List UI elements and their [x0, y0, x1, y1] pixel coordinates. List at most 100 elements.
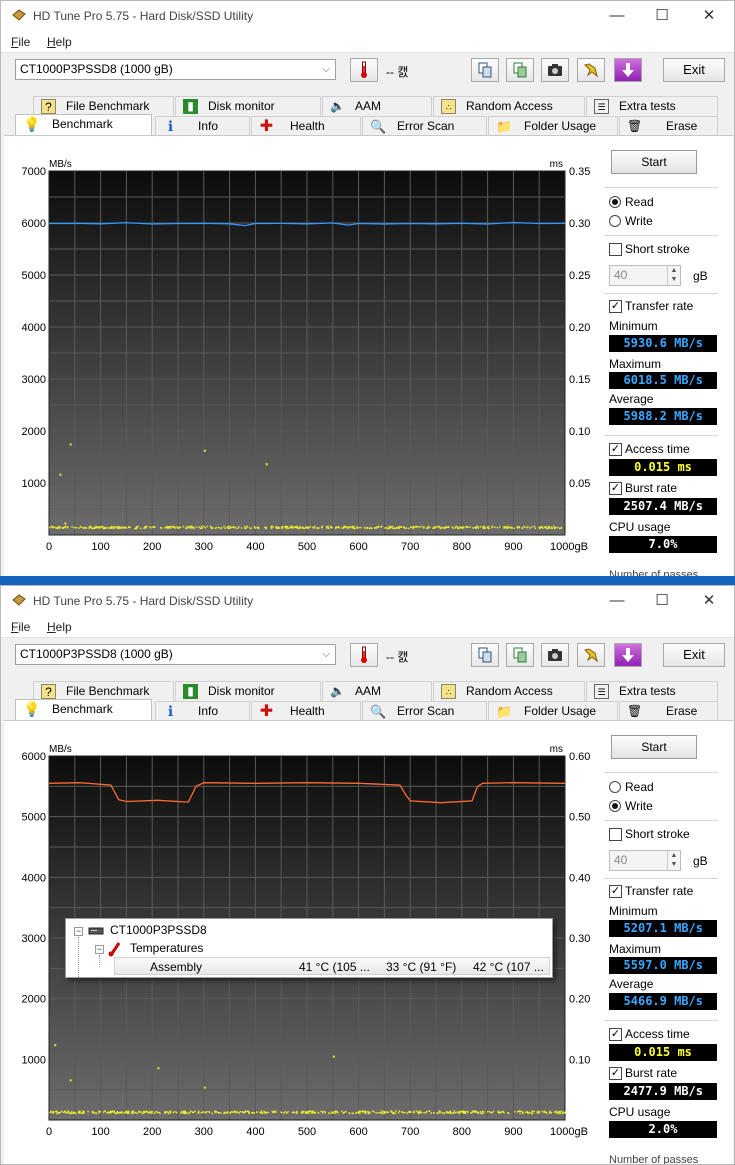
exit-button[interactable]: Exit — [663, 643, 725, 667]
access-time-point — [342, 527, 345, 529]
copy-screen-icon[interactable] — [506, 58, 534, 82]
tab-health[interactable]: ✚ Health — [251, 116, 361, 136]
tree-collapse-icon[interactable]: − — [95, 945, 104, 954]
access-time-point — [91, 1110, 94, 1113]
minimize-button[interactable]: — — [594, 3, 640, 29]
transfer-rate-checkbox[interactable]: ✓ — [609, 300, 622, 313]
tab-benchmark[interactable]: 💡 Benchmark — [15, 114, 152, 136]
options-icon[interactable] — [577, 58, 605, 82]
tab-disk-monitor[interactable]: ▮ Disk monitor — [175, 681, 321, 701]
tab-extra-tests[interactable]: ☰ Extra tests — [586, 96, 718, 116]
stepper-arrows-icon[interactable]: ▲ ▼ — [667, 851, 680, 870]
read-radio[interactable] — [609, 781, 621, 793]
access-time-point — [473, 1111, 476, 1113]
access-time-point — [123, 526, 126, 529]
camera-icon[interactable] — [541, 643, 569, 667]
close-button[interactable]: ✕ — [686, 3, 732, 29]
tab-health[interactable]: ✚ Health — [251, 701, 361, 721]
read-label: Read — [625, 780, 654, 794]
access-time-point — [499, 526, 501, 528]
drive-select[interactable]: CT1000P3PSSD8 (1000 gB) ⌵ — [15, 644, 336, 665]
access-time-checkbox[interactable]: ✓ — [609, 1028, 622, 1041]
tab-aam[interactable]: 🔈 AAM — [322, 681, 432, 701]
access-time-point — [185, 527, 188, 530]
maximize-button[interactable]: ☐ — [639, 3, 685, 29]
x-tick-label: 900 — [504, 541, 522, 553]
burst-rate-checkbox[interactable]: ✓ — [609, 482, 622, 495]
start-button[interactable]: Start — [611, 150, 697, 174]
stepper-arrows-icon[interactable]: ▲ ▼ — [667, 266, 680, 285]
start-button[interactable]: Start — [611, 735, 697, 759]
tab-folder-usage[interactable]: 📁 Folder Usage — [488, 701, 618, 721]
access-time-point — [418, 1111, 420, 1113]
access-time-point — [352, 527, 355, 530]
short-stroke-checkbox[interactable] — [609, 828, 622, 841]
maximize-button[interactable]: ☐ — [639, 588, 685, 614]
access-time-point — [215, 526, 218, 529]
access-time-point — [67, 1110, 70, 1112]
tab-error-scan[interactable]: 🔍 Error Scan — [362, 701, 487, 721]
access-time-point — [183, 1110, 185, 1113]
access-time-point — [545, 527, 548, 530]
download-icon[interactable] — [614, 58, 642, 82]
thermometer-icon[interactable] — [350, 643, 378, 667]
thermometer-icon[interactable] — [350, 58, 378, 82]
tab-erase[interactable]: 🗑 Erase — [619, 116, 718, 136]
exit-button[interactable]: Exit — [663, 58, 725, 82]
access-time-value: 0.015 ms — [609, 1044, 717, 1061]
transfer-rate-chart: 70006000500040003000200010000.350.300.25… — [22, 159, 591, 553]
menu-file[interactable]: File — [11, 35, 30, 49]
camera-icon[interactable] — [541, 58, 569, 82]
copy-screen-icon[interactable] — [506, 643, 534, 667]
short-stroke-stepper[interactable]: 40 ▲ ▼ — [609, 850, 681, 871]
tree-collapse-icon[interactable]: − — [74, 927, 83, 936]
tab-random-access[interactable]: ∴ Random Access — [433, 96, 585, 116]
tab-row-top: ? File Benchmark ▮ Disk monitor 🔈 AAM ∴ Rand… — [33, 96, 718, 116]
access-time-point — [85, 527, 88, 529]
menu-help[interactable]: Help — [47, 35, 72, 49]
tab-folder-usage[interactable]: 📁 Folder Usage — [488, 116, 618, 136]
tab-info[interactable]: ℹ Info — [155, 116, 250, 136]
copy-info-icon[interactable] — [471, 58, 499, 82]
tab-error-scan[interactable]: 🔍 Error Scan — [362, 116, 487, 136]
tooltip-sensor-row[interactable]: Assembly 41 °C (105 ... 33 °C (91 °F) 42… — [114, 957, 550, 975]
access-time-point — [462, 1111, 465, 1113]
access-time-point — [193, 527, 195, 530]
burst-rate-checkbox[interactable]: ✓ — [609, 1067, 622, 1080]
tab-file-benchmark[interactable]: ? File Benchmark — [33, 96, 174, 116]
short-stroke-checkbox[interactable] — [609, 243, 622, 256]
title-bar[interactable]: HD Tune Pro 5.75 - Hard Disk/SSD Utility… — [1, 1, 734, 31]
transfer-rate-checkbox[interactable]: ✓ — [609, 885, 622, 898]
tab-benchmark[interactable]: 💡 Benchmark — [15, 699, 152, 721]
title-bar[interactable]: HD Tune Pro 5.75 - Hard Disk/SSD Utility… — [1, 586, 734, 616]
tab-info[interactable]: ℹ Info — [155, 701, 250, 721]
tab-erase[interactable]: 🗑 Erase — [619, 701, 718, 721]
menu-help[interactable]: Help — [47, 620, 72, 634]
tab-file-benchmark[interactable]: ? File Benchmark — [33, 681, 174, 701]
drive-select[interactable]: CT1000P3PSSD8 (1000 gB) ⌵ — [15, 59, 336, 80]
access-time-point — [345, 1110, 347, 1113]
tab-aam[interactable]: 🔈 AAM — [322, 96, 432, 116]
write-radio[interactable] — [609, 215, 621, 227]
short-stroke-stepper[interactable]: 40 ▲ ▼ — [609, 265, 681, 286]
options-icon[interactable] — [577, 643, 605, 667]
download-icon[interactable] — [614, 643, 642, 667]
access-time-point — [415, 1110, 418, 1112]
write-radio[interactable] — [609, 800, 621, 812]
access-time-checkbox[interactable]: ✓ — [609, 443, 622, 456]
access-time-point — [469, 526, 471, 528]
access-time-point — [240, 527, 243, 529]
access-time-point — [214, 527, 217, 529]
copy-info-icon[interactable] — [471, 643, 499, 667]
tab-extra-tests[interactable]: ☰ Extra tests — [586, 681, 718, 701]
tab-random-access[interactable]: ∴ Random Access — [433, 681, 585, 701]
access-time-point — [52, 1111, 55, 1113]
minimize-button[interactable]: — — [594, 588, 640, 614]
access-time-point — [487, 525, 490, 528]
menu-file[interactable]: File — [11, 620, 30, 634]
close-button[interactable]: ✕ — [686, 588, 732, 614]
read-radio[interactable] — [609, 196, 621, 208]
tab-disk-monitor[interactable]: ▮ Disk monitor — [175, 96, 321, 116]
x-tick-label: 100 — [91, 1126, 109, 1138]
access-time-point — [398, 1110, 401, 1112]
